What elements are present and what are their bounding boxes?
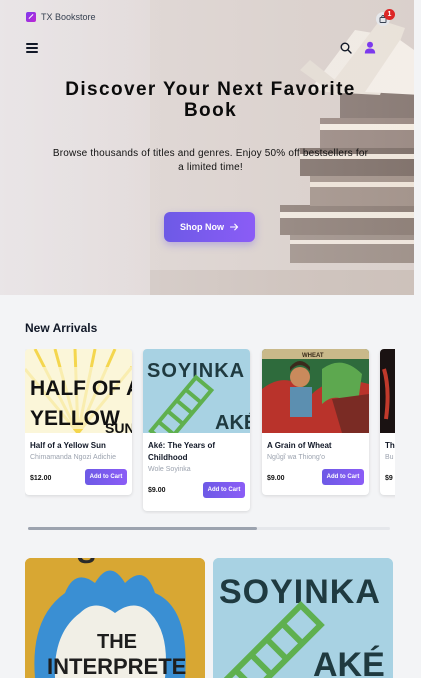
brand-logo-icon [26, 12, 36, 22]
book-card[interactable]: SOYINKA AKÉ Aké: The Years of Childhood … [143, 349, 250, 511]
featured-cover-author: S [77, 558, 96, 569]
featured-book-cover[interactable]: SOYINKA AKÉ [213, 558, 393, 678]
book-price: $9 [385, 475, 393, 482]
shop-now-label: Shop Now [180, 222, 224, 232]
book-price: $12.00 [30, 475, 52, 482]
book-author: Wole Soyinka [148, 466, 191, 473]
book-cover[interactable]: HALF OF A YELLOW SUN [25, 349, 132, 433]
cover-title: WHEAT [302, 353, 324, 359]
section-title-new-arrivals: New Arrivals [25, 321, 98, 335]
cover-title-line3: SUN [105, 420, 132, 433]
arrow-right-icon [230, 223, 239, 231]
search-icon[interactable] [340, 42, 352, 54]
book-card[interactable]: WHEAT A Grain of Wheat Ngũgĩ wa Thiong'o… [262, 349, 369, 495]
book-title[interactable]: Aké: The Years of Childhood [148, 440, 245, 464]
book-title[interactable]: Half of a Yellow Sun [30, 440, 127, 452]
add-to-cart-button[interactable]: Add to Cart [322, 469, 364, 485]
shop-now-button[interactable]: Shop Now [164, 212, 255, 242]
carousel-scrollbar-thumb[interactable] [28, 527, 257, 530]
book-title[interactable]: Th [385, 440, 395, 452]
page-scrollbar[interactable] [414, 0, 421, 678]
book-author: Bu [385, 454, 394, 461]
book-author: Ngũgĩ wa Thiong'o [267, 454, 326, 461]
featured-cover-title-line1: THE [97, 631, 137, 653]
new-arrivals-carousel[interactable]: HALF OF A YELLOW SUN Half of a Yellow Su… [25, 349, 395, 514]
book-card[interactable]: Th Bu $9 [380, 349, 395, 495]
brand-name: TX Bookstore [41, 12, 96, 22]
featured-cover-title-line2: INTERPRETE [47, 654, 186, 678]
book-cover[interactable]: WHEAT [262, 349, 369, 433]
book-price: $9.00 [148, 487, 166, 494]
cart-count-badge: 1 [384, 9, 395, 20]
book-cover[interactable]: SOYINKA AKÉ [143, 349, 250, 433]
cover-title-line1: HALF OF A [30, 377, 132, 400]
cover-title: AKÉ [215, 411, 250, 433]
add-to-cart-button[interactable]: Add to Cart [85, 469, 127, 485]
hero-subtitle: Browse thousands of titles and genres. E… [52, 148, 369, 173]
menu-icon[interactable] [26, 43, 38, 53]
hero-title: Discover Your Next Favorite Book [65, 79, 356, 121]
book-author: Chimamanda Ngozi Adichie [30, 454, 116, 461]
featured-book-cover[interactable]: S THE INTERPRETE [25, 558, 205, 678]
add-to-cart-button[interactable]: Add to Cart [203, 482, 245, 498]
book-title[interactable]: A Grain of Wheat [267, 440, 364, 452]
top-bar: TX Bookstore 1 [0, 8, 421, 30]
book-price: $9.00 [267, 475, 285, 482]
brand[interactable]: TX Bookstore [26, 12, 96, 22]
user-icon[interactable] [364, 41, 376, 54]
featured-cover-title: AKÉ [313, 646, 385, 678]
book-card[interactable]: HALF OF A YELLOW SUN Half of a Yellow Su… [25, 349, 132, 495]
book-cover[interactable] [380, 349, 395, 433]
